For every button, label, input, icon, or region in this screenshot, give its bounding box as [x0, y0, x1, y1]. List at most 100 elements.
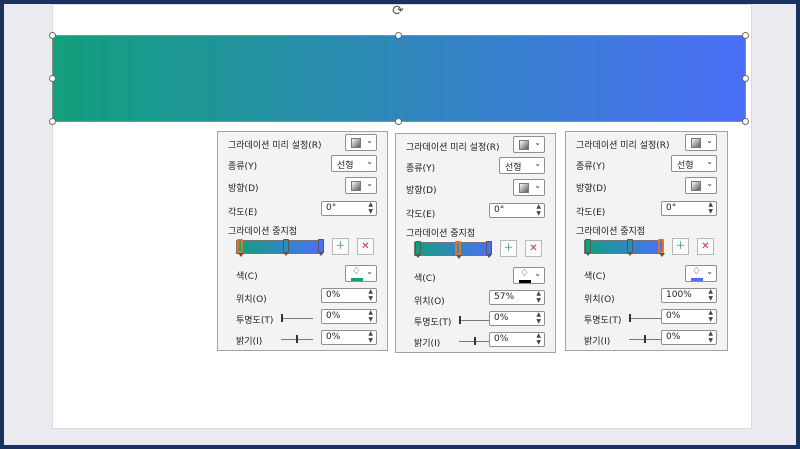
gradient-stop-handle[interactable] [318, 239, 324, 256]
resize-handle-top-right[interactable] [742, 32, 749, 39]
resize-handle-bottom-right[interactable] [742, 118, 749, 125]
transparency-spinner[interactable]: 0% ▲ ▼ [489, 311, 545, 326]
position-label: 위치(O) [414, 297, 445, 307]
gradient-stop-handle[interactable] [626, 239, 633, 256]
spin-arrows-icon[interactable]: ▲ ▼ [708, 288, 713, 302]
spin-arrows-icon[interactable]: ▲ ▼ [368, 330, 373, 344]
gradient-stop-pointer [659, 253, 665, 257]
gradient-stop-pointer [585, 252, 591, 256]
transparency-slider-knob[interactable] [629, 314, 631, 322]
spin-arrows-icon[interactable]: ▲ ▼ [536, 332, 541, 346]
gradient-stops-bar[interactable] [236, 239, 324, 257]
brightness-spinner[interactable]: 0% ▲ ▼ [661, 330, 717, 345]
brightness-slider-knob[interactable] [474, 337, 476, 345]
angle-spinner[interactable]: 0° ▲ ▼ [661, 201, 717, 216]
gradient-stop-pointer [283, 252, 290, 256]
position-spinner[interactable]: 0% ▲ ▼ [321, 288, 377, 303]
gradient-stops-bar[interactable] [414, 241, 492, 259]
type-label: 종류(Y) [228, 162, 258, 172]
gradient-fill-panel-1: 그라데이션 미리 설정(R) ⌄ 종류(Y) 선형 ⌄ 방향(D) ⌄ 각도(E… [217, 131, 388, 351]
add-gradient-stop-icon[interactable]: ＋ [332, 238, 349, 255]
color-dropdown[interactable]: ♢ ⌄ [685, 265, 717, 282]
spin-arrows-icon[interactable]: ▲ ▼ [368, 309, 373, 323]
spin-arrows-icon[interactable]: ▲ ▼ [536, 311, 541, 325]
remove-gradient-stop-icon[interactable]: ✕ [525, 240, 542, 257]
resize-handle-top-left[interactable] [49, 32, 56, 39]
chevron-down-icon: ⌄ [366, 267, 373, 276]
spin-arrows-icon[interactable]: ▲ ▼ [368, 201, 373, 215]
stops-label: 그라데이션 중지점 [576, 227, 646, 237]
chevron-down-icon: ⌄ [366, 136, 373, 145]
preset-dropdown[interactable]: ⌄ [513, 136, 545, 153]
remove-gradient-stop-icon[interactable]: ✕ [697, 238, 714, 255]
color-dropdown[interactable]: ♢ ⌄ [513, 267, 545, 284]
gradient-stop-pointer [238, 253, 244, 257]
direction-dropdown[interactable]: ⌄ [513, 179, 545, 196]
resize-handle-bottom-center[interactable] [395, 118, 402, 125]
gradient-stops-bar[interactable] [584, 239, 665, 257]
brightness-spinner[interactable]: 0% ▲ ▼ [321, 330, 377, 345]
gradient-stop-handle[interactable] [658, 239, 665, 257]
transparency-spinner[interactable]: 0% ▲ ▼ [321, 309, 377, 324]
transparency-slider[interactable] [629, 318, 661, 319]
angle-label: 각도(E) [406, 210, 436, 220]
transparency-spinner[interactable]: 0% ▲ ▼ [661, 309, 717, 324]
color-dropdown[interactable]: ♢ ⌄ [345, 265, 377, 282]
chevron-down-icon: ⌄ [534, 138, 541, 147]
brightness-slider-knob[interactable] [296, 335, 298, 343]
direction-label: 방향(D) [576, 184, 607, 194]
add-gradient-stop-icon[interactable]: ＋ [672, 238, 689, 255]
gradient-stop-pointer [626, 252, 633, 256]
gradient-stop-handle[interactable] [455, 241, 463, 259]
transparency-slider[interactable] [281, 318, 313, 319]
transparency-slider-knob[interactable] [281, 314, 283, 322]
spin-arrows-icon[interactable]: ▲ ▼ [536, 203, 541, 217]
position-spinner[interactable]: 57% ▲ ▼ [489, 290, 545, 305]
gradient-stop-handle[interactable] [486, 241, 492, 258]
type-dropdown[interactable]: 선형 ⌄ [331, 155, 377, 172]
spin-arrows-icon[interactable]: ▲ ▼ [368, 288, 373, 302]
spin-arrows-icon[interactable]: ▲ ▼ [708, 309, 713, 323]
brightness-slider-knob[interactable] [644, 335, 646, 343]
gradient-stop-handle[interactable] [585, 239, 591, 256]
resize-handle-top-center[interactable] [395, 32, 402, 39]
gradient-stop-pointer [486, 254, 492, 258]
color-swatch [691, 278, 703, 281]
angle-spinner[interactable]: 0° ▲ ▼ [321, 201, 377, 216]
gradient-stop-handle[interactable] [237, 239, 244, 257]
resize-handle-bottom-left[interactable] [49, 118, 56, 125]
gradient-fill-panel-2: 그라데이션 미리 설정(R) ⌄ 종류(Y) 선형 ⌄ 방향(D) ⌄ 각도(E… [395, 133, 556, 353]
preset-dropdown[interactable]: ⌄ [345, 134, 377, 151]
chevron-down-icon: ⌄ [706, 179, 713, 188]
spin-arrows-icon[interactable]: ▲ ▼ [708, 330, 713, 344]
direction-preview-icon [691, 181, 701, 191]
direction-dropdown[interactable]: ⌄ [345, 177, 377, 194]
chevron-down-icon: ⌄ [534, 181, 541, 190]
brightness-value: 0% [666, 332, 681, 342]
type-dropdown[interactable]: 선형 ⌄ [671, 155, 717, 172]
rotate-handle-icon[interactable]: ⟳ [391, 4, 405, 18]
direction-dropdown[interactable]: ⌄ [685, 177, 717, 194]
preset-label: 그라데이션 미리 설정(R) [228, 141, 322, 151]
gradient-stop-handle[interactable] [283, 239, 290, 256]
gradient-stop-handle[interactable] [415, 241, 421, 258]
angle-spinner[interactable]: 0° ▲ ▼ [489, 203, 545, 218]
add-gradient-stop-icon[interactable]: ＋ [500, 240, 517, 257]
chevron-down-icon: ⌄ [706, 136, 713, 145]
color-label: 색(C) [414, 274, 436, 284]
gradient-rectangle-shape[interactable] [52, 35, 746, 122]
spin-arrows-icon[interactable]: ▲ ▼ [708, 201, 713, 215]
position-spinner[interactable]: 100% ▲ ▼ [661, 288, 717, 303]
resize-handle-middle-left[interactable] [49, 75, 56, 82]
brightness-spinner[interactable]: 0% ▲ ▼ [489, 332, 545, 347]
spin-arrows-icon[interactable]: ▲ ▼ [536, 290, 541, 304]
preset-dropdown[interactable]: ⌄ [685, 134, 717, 151]
resize-handle-middle-right[interactable] [742, 75, 749, 82]
remove-gradient-stop-icon[interactable]: ✕ [357, 238, 374, 255]
position-value: 0% [326, 290, 341, 300]
transparency-value: 0% [326, 311, 341, 321]
type-dropdown[interactable]: 선형 ⌄ [499, 157, 545, 174]
transparency-slider[interactable] [459, 320, 491, 321]
gradient-preset-icon [519, 140, 529, 150]
transparency-slider-knob[interactable] [459, 316, 461, 324]
